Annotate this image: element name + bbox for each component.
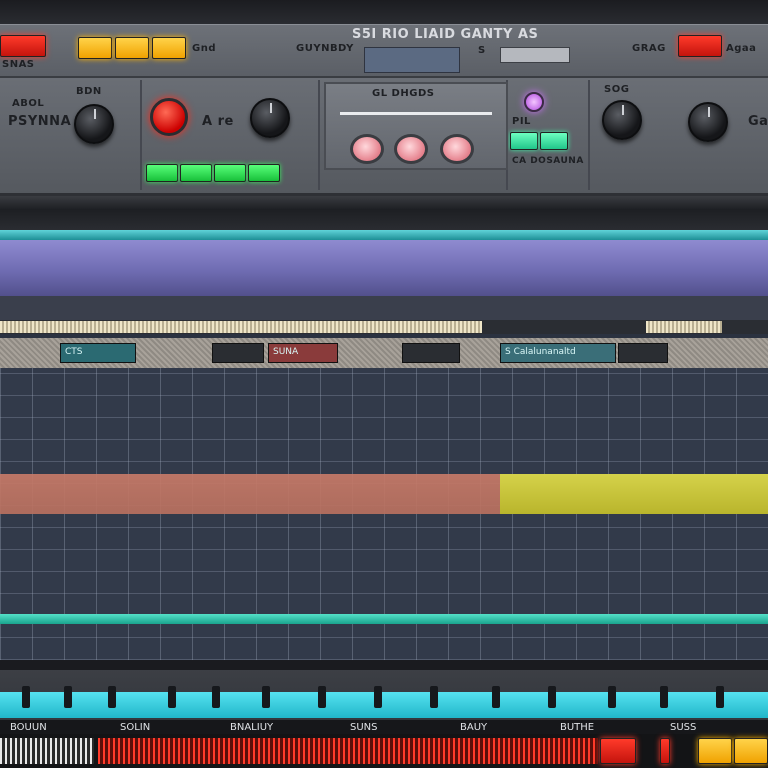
ruler-segment [0, 321, 482, 333]
right-label-2: Agaa [726, 43, 757, 54]
rack-divider-1 [140, 80, 142, 190]
key[interactable] [22, 686, 30, 708]
pad-1[interactable] [350, 134, 384, 164]
key[interactable] [608, 686, 616, 708]
time-ruler[interactable] [0, 320, 768, 334]
clip-led [600, 738, 636, 764]
led-red-right [678, 35, 722, 57]
center-display: GL DHGDS [324, 82, 508, 170]
marker-band [0, 296, 768, 320]
key[interactable] [548, 686, 556, 708]
key[interactable] [430, 686, 438, 708]
rack-top-strip: SNAS Gnd GUYNBDY S5I RIO LIAID GANTY AS … [0, 24, 768, 78]
clip-label: SUNA [273, 347, 299, 357]
rack-shadow [0, 196, 768, 230]
led-amber-1[interactable] [78, 37, 112, 59]
led-green-3[interactable] [214, 164, 246, 182]
bottom-divider [0, 660, 768, 670]
overview-band[interactable] [0, 240, 768, 296]
sub-label-2: S [478, 45, 486, 56]
key[interactable] [374, 686, 382, 708]
clip-1[interactable]: CTS [60, 343, 136, 363]
led-green-2[interactable] [180, 164, 212, 182]
clip-label: CTS [65, 347, 83, 357]
right-label-1: GRAG [632, 43, 666, 54]
rack-divider-2 [318, 80, 320, 190]
right-badge: Gas [748, 114, 768, 129]
sub-label-1: GUYNBDY [296, 43, 354, 54]
mode-label: A re [202, 114, 234, 129]
led-green-4[interactable] [248, 164, 280, 182]
ruler-segment [646, 321, 722, 333]
led-green-1[interactable] [146, 164, 178, 182]
record-button[interactable] [150, 98, 188, 136]
led-amber-3[interactable] [152, 37, 186, 59]
level-knob[interactable] [250, 98, 290, 138]
key[interactable] [716, 686, 724, 708]
channel-label: SUNS [350, 722, 378, 733]
key[interactable] [492, 686, 500, 708]
channel-label: BUTHE [560, 722, 595, 733]
brand-label: PSYNNA [8, 114, 72, 129]
center-sub: CA DOSAUNA [512, 156, 584, 166]
track-lane-orange[interactable] [0, 474, 500, 514]
display-bar [340, 112, 492, 115]
channel-label: BAUY [460, 722, 488, 733]
peak-led-1 [698, 738, 732, 764]
title-display [364, 47, 460, 73]
channel-label: SOLIN [120, 722, 151, 733]
key[interactable] [660, 686, 668, 708]
led-label-1: PIL [512, 116, 531, 127]
led-amber-2[interactable] [115, 37, 149, 59]
meter-row [0, 734, 768, 768]
key[interactable] [318, 686, 326, 708]
rack-divider-4 [588, 80, 590, 190]
key-strip[interactable] [0, 686, 768, 718]
bottom-panel: BOUUN SOLIN BNALIUY SUNS BAUY BUTHE SUSS [0, 670, 768, 768]
led-red-left [0, 35, 46, 57]
channel-label: SUSS [670, 722, 697, 733]
key[interactable] [262, 686, 270, 708]
led-teal-2[interactable] [540, 132, 568, 150]
left-sub-label: Gnd [192, 43, 216, 54]
clip-strip[interactable]: CTS SUNA S Calalunanaltd [0, 338, 768, 368]
center-title: GL DHGDS [372, 88, 435, 99]
pan-knob[interactable] [602, 100, 642, 140]
clip-led-2 [660, 738, 670, 764]
output-knob[interactable] [688, 102, 728, 142]
meter-white [0, 738, 94, 764]
top-bezel [0, 0, 768, 24]
clip-5[interactable]: S Calalunanaltd [500, 343, 616, 363]
key[interactable] [168, 686, 176, 708]
led-teal-1[interactable] [510, 132, 538, 150]
track-lane-teal[interactable] [0, 614, 768, 624]
pad-3[interactable] [440, 134, 474, 164]
knob1-label: ABOL [12, 98, 45, 109]
timeline-area[interactable]: CTS SUNA S Calalunanaltd [0, 230, 768, 660]
track-lane-yellow[interactable] [500, 474, 768, 514]
peak-led-2 [734, 738, 768, 764]
led-label-2: SOG [604, 84, 630, 95]
mini-display [500, 47, 570, 63]
key[interactable] [212, 686, 220, 708]
left-label: SNAS [2, 59, 35, 70]
meter-red [98, 738, 598, 764]
panel-title: S5I RIO LIAID GANTY AS [352, 27, 539, 42]
channel-label: BNALIUY [230, 722, 274, 733]
clip-2[interactable] [212, 343, 264, 363]
clip-label: S Calalunanaltd [505, 347, 576, 357]
key[interactable] [108, 686, 116, 708]
clip-3[interactable]: SUNA [268, 343, 338, 363]
pad-2[interactable] [394, 134, 428, 164]
clip-6[interactable] [618, 343, 668, 363]
key[interactable] [64, 686, 72, 708]
status-light [524, 92, 544, 112]
channel-label: BOUUN [10, 722, 47, 733]
timeline-top-rail [0, 230, 768, 240]
knob2-label: BDN [76, 86, 102, 97]
gain-knob[interactable] [74, 104, 114, 144]
clip-4[interactable] [402, 343, 460, 363]
